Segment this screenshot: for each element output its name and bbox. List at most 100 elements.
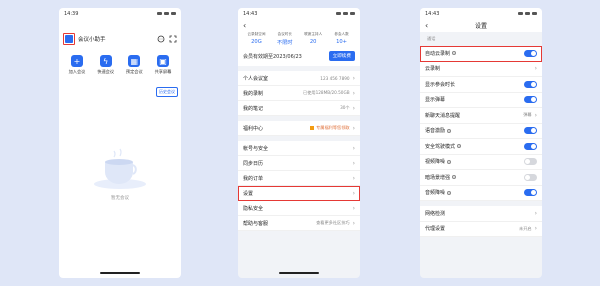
row-safe-driving[interactable]: 安全驾驶模式 i (420, 139, 542, 155)
chevron-right-icon: › (534, 225, 537, 233)
row-label: 暗场景增强 (425, 174, 451, 181)
home-header: 会议小助手 (59, 19, 181, 49)
gift-icon (310, 126, 315, 130)
stat-value: 20G (251, 39, 262, 45)
row-network-check[interactable]: 网络检测 › (420, 206, 542, 222)
status-bar: 14:43 (420, 8, 542, 19)
row-show-danmaku[interactable]: 显示弹幕 (420, 93, 542, 108)
chevron-right-icon: › (352, 89, 355, 97)
row-label: 新聊天消息提醒 (425, 112, 461, 119)
settings-group-call: 自动云录制 i 云录制 › 显示参会时长 显示弹幕 新聊天消息提醒 弹幕 › 语音… (420, 46, 542, 201)
info-icon[interactable]: i (452, 175, 457, 180)
row-settings[interactable]: 设置 › (238, 186, 360, 201)
row-proxy-settings[interactable]: 代理设置 未开启 › (420, 222, 542, 237)
row-audio-denoise[interactable]: 音频降噪 i (420, 186, 542, 201)
chevron-right-icon: › (352, 74, 355, 82)
chat-icon[interactable] (157, 35, 165, 43)
row-help[interactable]: 帮助与客服 查看更多社区技巧 › (238, 216, 360, 231)
row-label: 安全驾驶模式 (425, 143, 456, 150)
info-icon[interactable]: i (457, 144, 462, 149)
row-label: 视频降噪 (425, 159, 446, 166)
stat-value: 10+ (336, 39, 348, 45)
chevron-right-icon: › (352, 144, 355, 152)
stat-meeting-duration: 会议时长 不限时 (271, 32, 298, 46)
row-voice-motivation[interactable]: 语音激励 i (420, 124, 542, 139)
row-cloud-record[interactable]: 云录制 › (420, 62, 542, 77)
status-icons (336, 12, 355, 15)
membership-expiry: 会员有效期至2023/06/23 (243, 53, 302, 60)
row-benefits[interactable]: 福利中心 专属福利等您领取 › (238, 121, 360, 136)
row-label: 云录制 (425, 66, 441, 73)
row-dark-enhance[interactable]: 暗场景增强 i (420, 170, 542, 186)
phone-settings-screen: 14:43 ‹ 设置 通话 自动云录制 i 云录制 › 显示参会时长 显示弹幕 新… (420, 8, 542, 278)
row-label: 设置 (243, 190, 254, 197)
audio-denoise-toggle[interactable] (524, 189, 537, 197)
info-icon[interactable]: i (447, 190, 452, 195)
info-icon[interactable]: i (447, 128, 452, 133)
app-avatar-icon[interactable] (63, 33, 75, 45)
status-icons (157, 12, 176, 15)
status-time: 14:43 (425, 10, 440, 17)
row-video-denoise[interactable]: 视频降噪 i (420, 155, 542, 170)
row-value: 查看更多社区技巧 (316, 220, 350, 225)
dark-enhance-toggle[interactable] (524, 173, 537, 181)
renew-button[interactable]: 立即续费 (328, 51, 355, 61)
chevron-right-icon: › (352, 104, 355, 112)
history-meetings-link[interactable]: 历史会议 (156, 87, 178, 97)
settings-navbar: ‹ 设置 (420, 19, 542, 32)
back-arrow-icon[interactable]: ‹ (243, 19, 355, 32)
row-label: 我的订单 (243, 175, 264, 182)
row-privacy[interactable]: 隐私安全 › (238, 201, 360, 216)
chevron-right-icon: › (534, 209, 537, 217)
phone-profile-screen: 14:43 ‹ 云录制空间 20G 会议时长 不限时 联席主持人 20 参会人数… (238, 8, 360, 278)
show-duration-toggle[interactable] (524, 80, 537, 88)
row-label: 自动云录制 (425, 50, 451, 57)
show-danmaku-toggle[interactable] (524, 96, 537, 104)
row-label: 帐号与安全 (243, 145, 269, 152)
row-show-duration[interactable]: 显示参会时长 (420, 77, 542, 93)
membership-card: ‹ 云录制空间 20G 会议时长 不限时 联席主持人 20 参会人数 10+ 会… (238, 19, 360, 66)
video-denoise-toggle[interactable] (524, 158, 537, 166)
chevron-right-icon: › (352, 204, 355, 212)
row-chat-notify[interactable]: 新聊天消息提醒 弹幕 › (420, 108, 542, 124)
row-personal-room[interactable]: 个人会议室 123 456 7890 › (238, 71, 360, 86)
settings-group-account: 个人会议室 123 456 7890 › 我的录制 已使用128MB/20.50… (238, 71, 360, 116)
row-label: 显示参会时长 (425, 81, 456, 88)
settings-group-general: 帐号与安全 › 同步日历 › 我的订单 › 设置 › 隐私安全 › 帮助与客服 … (238, 141, 360, 231)
scan-icon[interactable] (169, 35, 177, 43)
stat-label: 联席主持人 (304, 32, 323, 36)
row-label: 语音激励 (425, 128, 446, 135)
row-label: 福利中心 (243, 125, 264, 132)
membership-row: 会员有效期至2023/06/23 立即续费 (243, 51, 355, 61)
safe-driving-toggle[interactable] (524, 142, 537, 150)
info-icon[interactable]: i (452, 51, 457, 56)
row-label: 同步日历 (243, 160, 264, 167)
row-value: 123 456 7890 (320, 75, 350, 81)
chevron-right-icon: › (352, 124, 355, 132)
phone-home-screen: 14:39 会议小助手 + 加入会议 ϟ 快速会议 ▦ 预定会议 ▣ 共享屏幕 … (59, 8, 181, 278)
row-my-recordings[interactable]: 我的录制 已使用128MB/20.50GB › (238, 86, 360, 101)
status-icons (518, 12, 537, 15)
quick-meeting-button[interactable]: ϟ 快速会议 (94, 55, 118, 75)
stat-label: 参会人数 (334, 32, 349, 36)
empty-state-text: 暂无会议 (111, 196, 129, 201)
share-screen-button[interactable]: ▣ 共享屏幕 (151, 55, 175, 75)
stat-label: 云录制空间 (247, 32, 266, 36)
quick-actions: + 加入会议 ϟ 快速会议 ▦ 预定会议 ▣ 共享屏幕 (59, 49, 181, 75)
info-icon[interactable]: i (447, 159, 452, 164)
row-account-security[interactable]: 帐号与安全 › (238, 141, 360, 156)
chevron-right-icon: › (352, 219, 355, 227)
row-my-notes[interactable]: 我的笔记 30个 › (238, 101, 360, 116)
row-auto-cloud-record[interactable]: 自动云录制 i (420, 46, 542, 62)
schedule-meeting-button[interactable]: ▦ 预定会议 (122, 55, 146, 75)
row-sync-calendar[interactable]: 同步日历 › (238, 156, 360, 171)
page-title: 设置 (474, 23, 487, 30)
join-meeting-button[interactable]: + 加入会议 (65, 55, 89, 75)
voice-motivation-toggle[interactable] (524, 127, 537, 135)
join-meeting-label: 加入会议 (68, 69, 86, 74)
auto-cloud-record-toggle[interactable] (524, 49, 537, 57)
row-value: 弹幕 (523, 112, 532, 118)
row-my-orders[interactable]: 我的订单 › (238, 171, 360, 186)
chevron-right-icon: › (534, 65, 537, 73)
settings-group-network: 网络检测 › 代理设置 未开启 › (420, 206, 542, 237)
